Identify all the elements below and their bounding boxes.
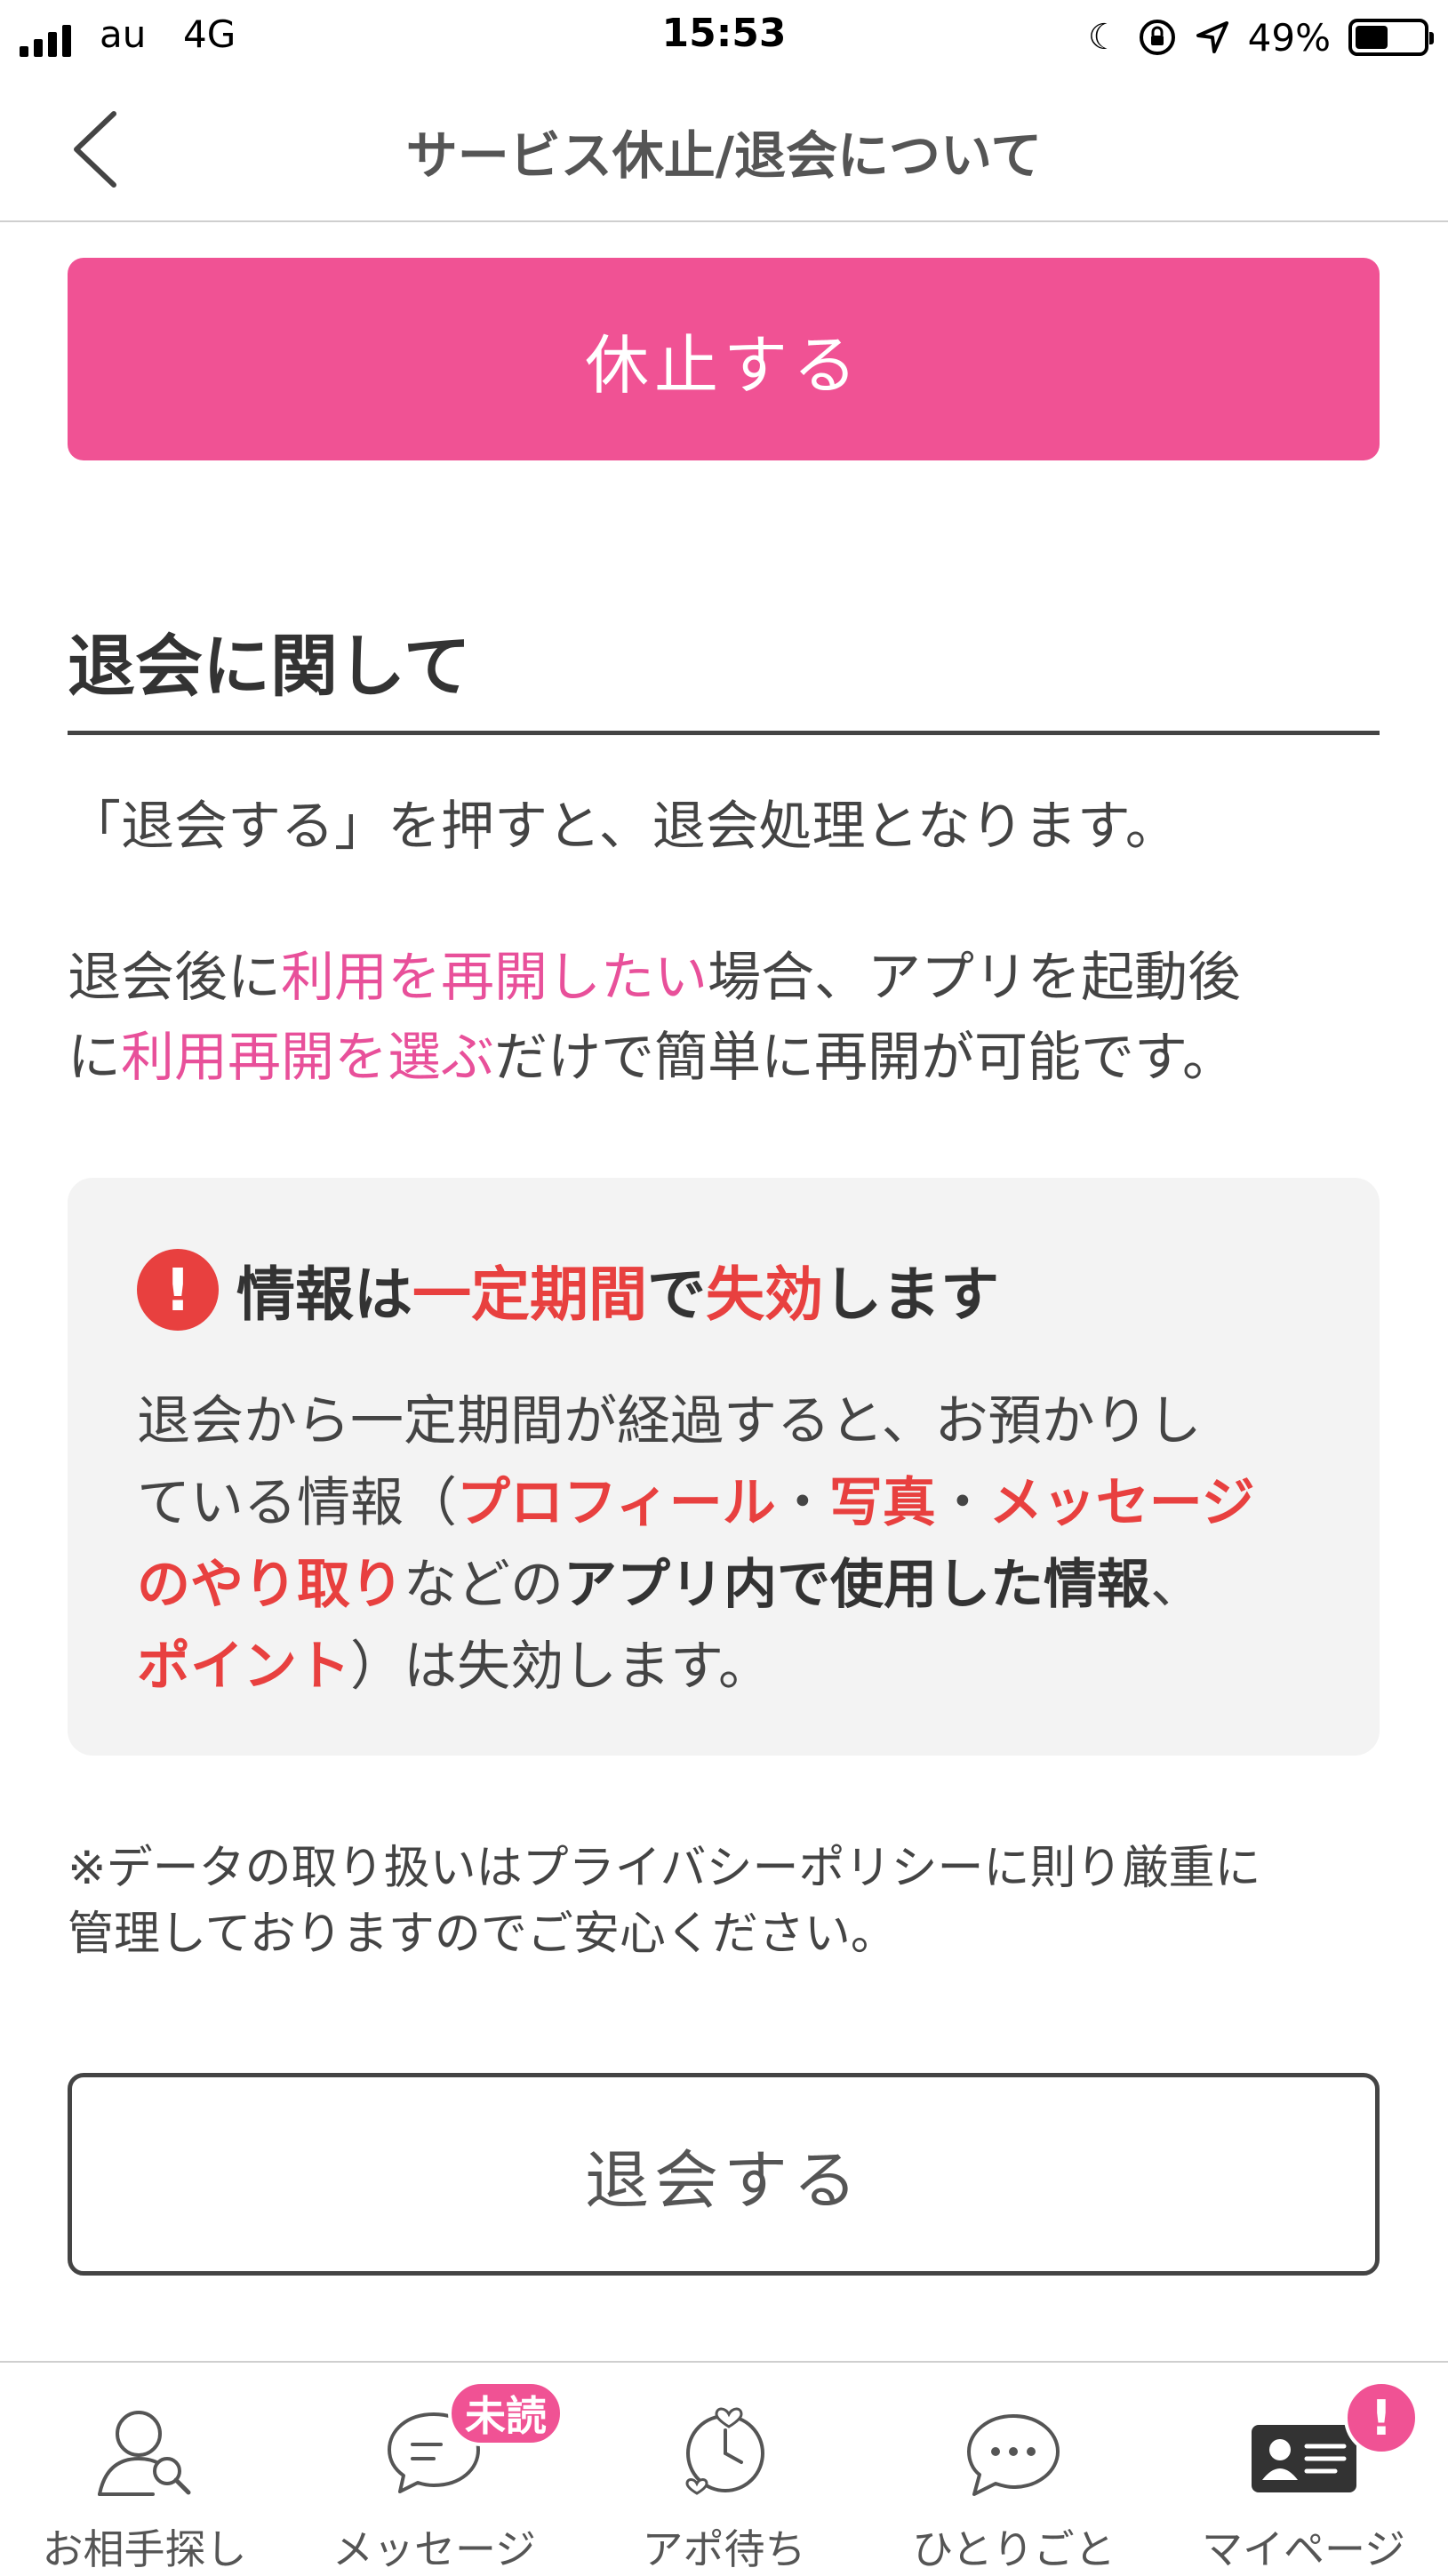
- notice-title-text: で: [647, 1260, 706, 1329]
- section-divider: [68, 731, 1380, 735]
- notice-body-text: 退会から一定期間が経過すると、お預かりし: [137, 1390, 1202, 1452]
- status-bar: au 4G 15:53 ☾ 49%: [0, 0, 1448, 73]
- resume-text: 退会後に: [68, 947, 281, 1009]
- withdraw-section-heading: 退会に関して: [68, 627, 471, 706]
- exclamation-icon: !: [137, 1249, 219, 1331]
- notice-body-bold: アプリ内で使用した情報: [564, 1554, 1150, 1616]
- notice-body-highlight: ポイント: [137, 1636, 350, 1698]
- resume-highlight: 利用再開を選ぶ: [121, 1027, 494, 1089]
- moon-icon: ☾: [1087, 17, 1120, 58]
- withdraw-button[interactable]: 退会する: [68, 2073, 1380, 2276]
- speech-dots-icon: [966, 2414, 1060, 2496]
- notice-body-text: などの: [404, 1554, 564, 1616]
- notification-badge: !: [1344, 2380, 1419, 2455]
- notice-body-text: ）は失効します。: [350, 1636, 772, 1698]
- notice-body-text: ・: [775, 1472, 829, 1534]
- privacy-note: ※データの取り扱いはプライバシーポリシーに則り厳重に 管理しておりますのでご安心…: [68, 1836, 1401, 1967]
- tab-label: マイページ: [1201, 2525, 1406, 2573]
- tab-label: ひとりごと: [912, 2525, 1116, 2573]
- resume-text: だけで簡単に再開が可能です。: [494, 1027, 1236, 1089]
- tab-label: メッセージ: [332, 2525, 537, 2573]
- notice-title-text: します: [823, 1260, 999, 1329]
- tab-my-page[interactable]: ! マイページ: [1159, 2363, 1448, 2575]
- tab-search-partner[interactable]: お相手探し: [0, 2363, 289, 2575]
- notice-body-text: ・: [935, 1472, 989, 1534]
- data-expiry-notice: ! 情報は一定期間で失効します 退会から一定期間が経過すると、お預かりし ている…: [68, 1178, 1380, 1756]
- notice-title: 情報は一定期間で失効します: [236, 1247, 999, 1332]
- pause-service-button[interactable]: 休止する: [68, 258, 1380, 460]
- notice-body-highlight: メッセージ: [988, 1472, 1255, 1534]
- notice-body-highlight: プロフィール: [457, 1472, 776, 1534]
- notice-title-text: 情報は: [236, 1260, 412, 1329]
- privacy-note-text: 管理しておりますのでご安心ください。: [68, 1908, 897, 1961]
- notice-title-highlight: 一定期間: [412, 1260, 647, 1329]
- withdraw-description: 「退会する」を押すと、退会処理となります。: [68, 796, 1179, 858]
- battery-percentage: 49%: [1247, 15, 1331, 60]
- unread-badge: 未読: [448, 2380, 564, 2446]
- location-arrow-icon: [1196, 21, 1228, 53]
- notice-title-highlight: 失効: [706, 1260, 823, 1329]
- orientation-lock-icon: [1139, 20, 1175, 55]
- tab-label: お相手探し: [42, 2525, 247, 2573]
- resume-text: に: [68, 1027, 121, 1089]
- tab-appointment-waiting[interactable]: アポ待ち: [580, 2363, 868, 2575]
- tab-label: アポ待ち: [642, 2525, 806, 2573]
- navigation-bar: サービス休止/退会について: [0, 73, 1448, 222]
- notice-body: 退会から一定期間が経過すると、お預かりし ている情報（プロフィール・写真・メッセ…: [137, 1380, 1346, 1708]
- clock-heart-icon: [684, 2407, 764, 2495]
- tab-bar: お相手探し 未読 メッセージ アポ待ち ひとりごと ! マイページ: [0, 2361, 1448, 2573]
- notice-body-text: 、: [1150, 1554, 1204, 1616]
- notice-body-text: ている情報（: [137, 1472, 457, 1534]
- battery-icon: [1348, 19, 1434, 56]
- privacy-note-text: ※データの取り扱いはプライバシーポリシーに則り厳重に: [68, 1842, 1261, 1895]
- resume-text: 場合、アプリを起動後: [708, 947, 1241, 1009]
- tab-messages[interactable]: 未読 メッセージ: [290, 2363, 579, 2575]
- page-title: サービス休止/退会について: [405, 125, 1043, 186]
- resume-description: 退会後に利用を再開したい場合、アプリを起動後 に利用再開を選ぶだけで簡単に再開が…: [68, 938, 1401, 1098]
- notice-body-highlight: のやり取り: [137, 1554, 404, 1616]
- notice-body-highlight: 写真: [828, 1472, 936, 1534]
- status-indicators: ☾ 49%: [1087, 12, 1434, 62]
- search-person-icon: [97, 2411, 190, 2496]
- tab-monologue[interactable]: ひとりごと: [869, 2363, 1158, 2575]
- resume-highlight: 利用を再開したい: [281, 947, 708, 1009]
